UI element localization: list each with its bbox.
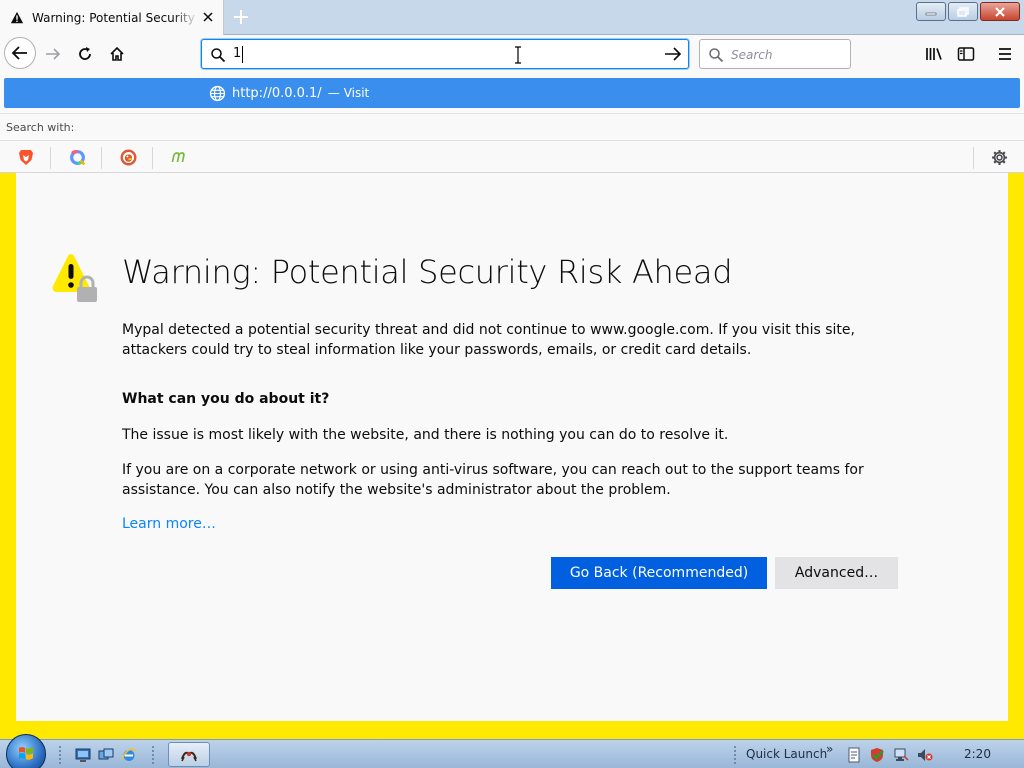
reload-icon [79, 47, 91, 60]
intro-text: Mypal detected a potential security thre… [122, 322, 855, 358]
brave-icon [19, 149, 33, 165]
suggestion-url: http://0.0.0.1/ [232, 85, 322, 101]
back-button[interactable] [4, 37, 36, 69]
volume-muted-icon[interactable] [917, 747, 933, 763]
search-icon [211, 48, 226, 63]
page-title: Warning: Potential Security Risk Ahead [122, 253, 733, 291]
internet-explorer-icon[interactable] [121, 747, 137, 763]
mypal-app-icon [181, 751, 197, 761]
search-engine-bar [0, 140, 1024, 173]
content-area: Warning: Potential Security Risk Ahead M… [0, 173, 1024, 739]
search-icon [709, 48, 724, 63]
security-shield-icon[interactable] [869, 747, 885, 763]
advice-text: If you are on a corporate network or usi… [122, 462, 864, 498]
engine-separator [152, 147, 153, 169]
home-icon [110, 46, 124, 61]
minimize-icon [925, 12, 937, 15]
menu-icon [999, 48, 1011, 60]
search-settings-button[interactable] [989, 147, 1009, 167]
tab-strip: Warning: Potential Security Risk Ahead [0, 0, 1024, 35]
learn-more-link[interactable]: Learn more… [122, 516, 216, 532]
taskbar-gripper [733, 745, 737, 765]
new-tab-icon[interactable] [230, 6, 252, 28]
search-engine-brave[interactable] [16, 147, 36, 167]
search-engine-qwant[interactable] [67, 147, 87, 167]
mojeek-icon [171, 152, 185, 162]
window-controls [916, 2, 1020, 21]
gear-icon [991, 149, 1007, 165]
suggestion-visit-row[interactable]: http://0.0.0.1/ — Visit [4, 78, 1020, 108]
search-engine-mojeek[interactable] [169, 147, 189, 167]
error-page: Warning: Potential Security Risk Ahead M… [16, 173, 1008, 721]
warning-lock-icon [52, 254, 97, 302]
taskbar-gripper [151, 745, 155, 765]
url-bar[interactable]: 1 [201, 39, 689, 69]
tab-close-icon[interactable] [201, 10, 215, 24]
forward-button[interactable] [38, 39, 68, 69]
advanced-button[interactable]: Advanced… [775, 557, 898, 589]
minimize-button[interactable] [916, 2, 946, 21]
reload-button[interactable] [70, 39, 100, 69]
navigation-toolbar: 1 Search [0, 35, 1024, 73]
windows-logo-icon [19, 747, 33, 760]
show-desktop-icon[interactable] [75, 747, 91, 763]
subheading: What can you do about it? [122, 391, 330, 407]
suggestion-separator: — [327, 86, 340, 100]
tab-active[interactable]: Warning: Potential Security Risk Ahead [0, 0, 224, 35]
switch-windows-icon[interactable] [98, 747, 114, 763]
taskbar-gripper [58, 745, 62, 765]
close-button[interactable] [980, 2, 1020, 21]
quick-launch-chevron[interactable]: » [826, 742, 833, 756]
qwant-icon [69, 149, 85, 165]
text-caret [242, 46, 243, 63]
home-button[interactable] [102, 39, 132, 69]
system-clock[interactable]: 2:20 [964, 747, 991, 761]
warning-icon [10, 11, 24, 23]
tab-title: Warning: Potential Security Risk Ahead [32, 10, 198, 25]
forward-arrow-icon [46, 48, 61, 60]
go-arrow-icon[interactable] [664, 46, 682, 62]
suggestion-action: Visit [343, 86, 370, 100]
network-icon[interactable] [893, 747, 909, 763]
ibeam-cursor-icon [515, 46, 521, 64]
explanation-text: The issue is most likely with the websit… [122, 427, 729, 443]
engine-separator [50, 147, 51, 169]
quick-launch-label[interactable]: Quick Launch [746, 747, 827, 761]
close-icon [995, 6, 1005, 17]
engine-separator [973, 147, 974, 169]
start-button[interactable] [6, 734, 46, 768]
document-tray-icon[interactable] [846, 747, 862, 763]
library-icon [926, 48, 942, 60]
menu-button[interactable] [990, 39, 1020, 69]
taskbar-button-browser[interactable] [168, 742, 210, 767]
restore-icon [957, 6, 969, 17]
search-placeholder: Search [731, 48, 773, 62]
duckduckgo-icon [120, 149, 136, 165]
search-engine-duckduckgo[interactable] [118, 147, 138, 167]
globe-icon [209, 85, 226, 101]
back-arrow-icon [11, 46, 27, 60]
taskbar: Quick Launch » 2:20 [0, 734, 1024, 768]
library-button[interactable] [919, 39, 949, 69]
sidebar-icon [957, 47, 975, 61]
search-box[interactable]: Search [699, 39, 851, 69]
sidebar-button[interactable] [951, 39, 981, 69]
engine-separator [101, 147, 102, 169]
go-back-button[interactable]: Go Back (Recommended) [551, 557, 767, 589]
search-with-label: Search with: [0, 113, 1024, 140]
autocomplete-popup: http://0.0.0.1/ — Visit Search with: [0, 73, 1024, 173]
url-input[interactable]: 1 [233, 46, 241, 61]
restore-button[interactable] [948, 2, 978, 21]
